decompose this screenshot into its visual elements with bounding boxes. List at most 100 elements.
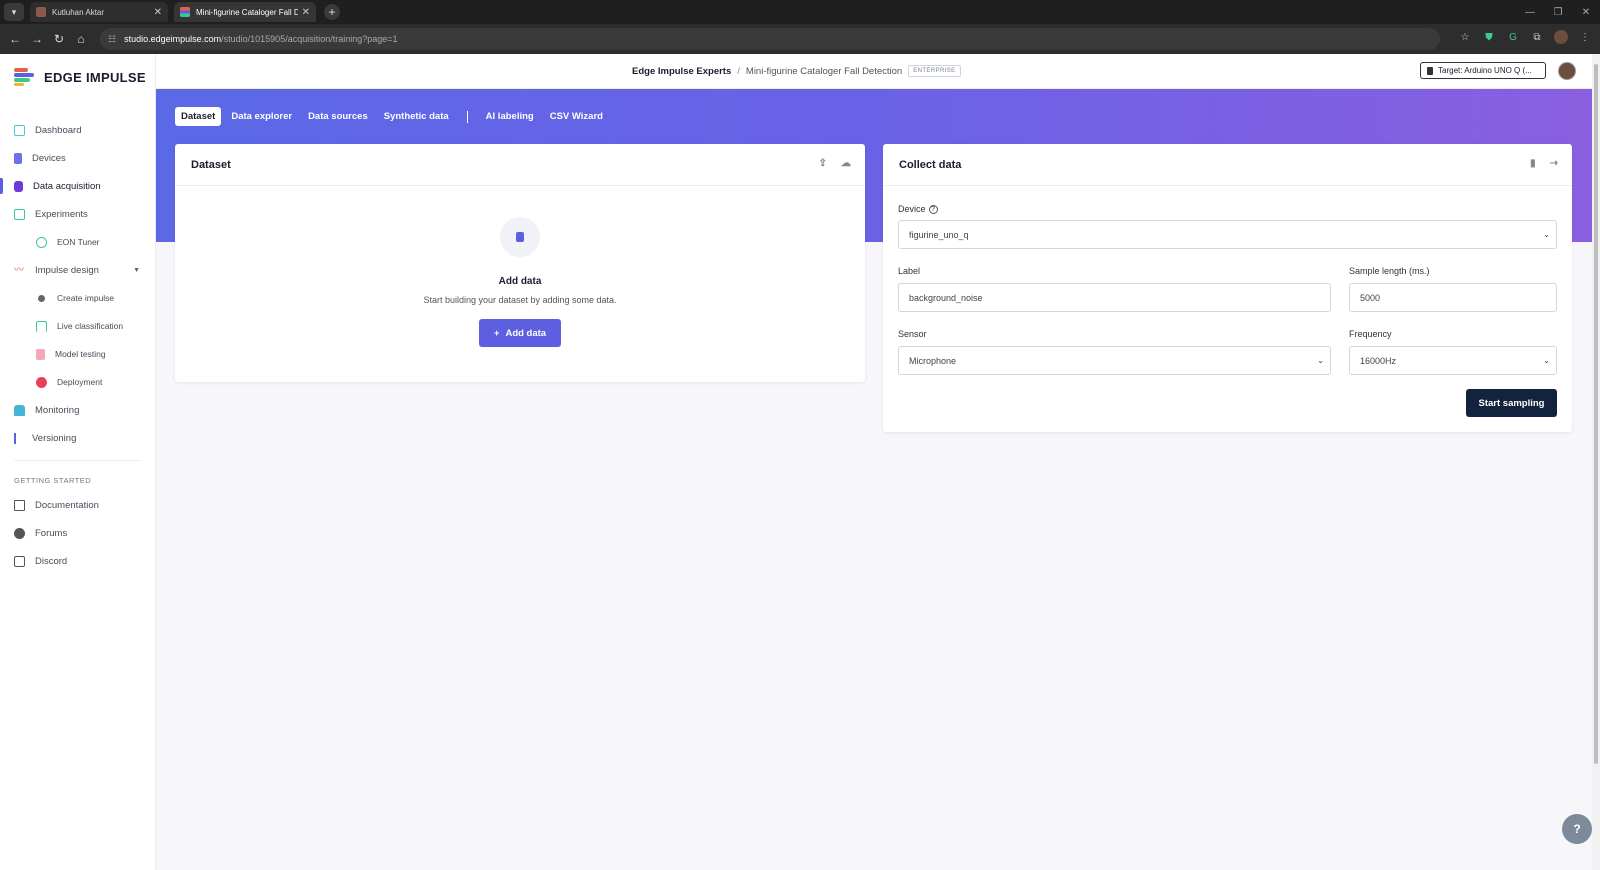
home-icon[interactable]: ⌂: [70, 32, 92, 46]
browser-toolbar: ← → ↻ ⌂ ☷ studio.edgeimpulse.com/studio/…: [0, 24, 1600, 54]
tab-data-sources[interactable]: Data sources: [302, 107, 374, 126]
sidebar-item-monitoring[interactable]: Monitoring: [0, 396, 156, 424]
url-bar[interactable]: ☷ studio.edgeimpulse.com/studio/1015905/…: [100, 28, 1440, 50]
chevron-down-icon: ⌄: [1543, 356, 1550, 365]
profile-icon[interactable]: [1554, 30, 1568, 44]
sidebar-item-label: Dashboard: [35, 124, 82, 136]
start-sampling-button[interactable]: Start sampling: [1466, 389, 1557, 417]
sidebar-item-label: EON Tuner: [57, 237, 100, 247]
cloud-upload-icon[interactable]: ☁: [841, 158, 851, 169]
sidebar-item-dashboard[interactable]: Dashboard: [0, 116, 156, 144]
browser-tab-2[interactable]: Mini-figurine Cataloger Fall De ✕: [174, 2, 316, 22]
extensions-puzzle-icon[interactable]: ⧉: [1530, 30, 1544, 44]
database-icon: [14, 180, 23, 192]
grammarly-extension-icon[interactable]: G: [1506, 30, 1520, 44]
sidebar-item-devices[interactable]: Devices: [0, 144, 156, 172]
target-device-button[interactable]: Target: Arduino UNO Q (...: [1420, 62, 1546, 79]
sidebar-item-label: Forums: [35, 527, 68, 539]
device-select-value: figurine_uno_q: [909, 229, 969, 240]
page-scrollbar[interactable]: [1592, 54, 1600, 870]
sidebar-item-impulse-design[interactable]: 〰 Impulse design ▼: [0, 256, 156, 284]
help-circle-icon[interactable]: ?: [928, 205, 938, 215]
device-label: Device?: [898, 204, 938, 215]
device-icon[interactable]: ▮: [1530, 158, 1536, 169]
sample-length-input[interactable]: 5000: [1349, 283, 1557, 312]
sample-length-value: 5000: [1360, 292, 1381, 303]
add-data-button-label: Add data: [505, 327, 547, 339]
label-input-value: background_noise: [909, 292, 983, 303]
new-tab-button[interactable]: +: [324, 4, 340, 20]
browser-tab-1[interactable]: Kutluhan Aktar ✕: [30, 2, 168, 22]
sidebar-item-experiments[interactable]: Experiments: [0, 200, 156, 228]
reload-icon[interactable]: ↻: [48, 32, 70, 46]
sidebar-item-forums[interactable]: Forums: [0, 519, 156, 547]
tab-ai-labeling[interactable]: AI labeling: [480, 107, 540, 126]
frequency-select[interactable]: 16000Hz ⌄: [1349, 346, 1557, 375]
flow-icon: [36, 320, 47, 332]
upload-icon[interactable]: ⇪: [819, 158, 827, 169]
plus-icon: +: [493, 327, 500, 339]
shield-extension-icon[interactable]: ⛊: [1482, 30, 1496, 44]
sidebar-item-deployment[interactable]: Deployment: [0, 368, 156, 396]
compass-icon: [36, 236, 47, 248]
scrollbar-thumb[interactable]: [1594, 64, 1598, 764]
question-icon: ?: [1573, 822, 1581, 836]
tab-favicon-icon: [36, 7, 46, 17]
sidebar-item-label: Experiments: [35, 208, 88, 220]
tab-synthetic-data[interactable]: Synthetic data: [378, 107, 455, 126]
logo[interactable]: EDGE IMPULSE: [14, 68, 146, 86]
add-data-button[interactable]: + Add data: [479, 319, 561, 347]
dataset-card-header: Dataset ⇪ ☁: [175, 144, 865, 186]
app-root: EDGE IMPULSE Dashboard Devices Data acqu…: [0, 54, 1600, 870]
discord-icon: [14, 555, 25, 567]
help-button[interactable]: ?: [1562, 814, 1592, 844]
chevron-down-icon[interactable]: ▼: [133, 267, 140, 274]
tab-csv-wizard[interactable]: CSV Wizard: [544, 107, 609, 126]
back-icon[interactable]: ←: [4, 32, 26, 46]
browser-menu-icon[interactable]: ⋮: [1578, 30, 1592, 44]
sidebar-item-label: Deployment: [57, 377, 103, 387]
avatar[interactable]: [1558, 62, 1576, 80]
empty-state-subtitle: Start building your dataset by adding so…: [423, 295, 617, 305]
tab-dataset[interactable]: Dataset: [175, 107, 222, 126]
sidebar-menu: Dashboard Devices Data acquisition Exper…: [0, 116, 156, 575]
sample-length-label: Sample length (ms.): [1349, 266, 1430, 276]
close-icon[interactable]: ✕: [154, 7, 162, 18]
table-icon: [14, 208, 25, 220]
close-icon[interactable]: ✕: [302, 7, 310, 18]
tab-search-button[interactable]: ▾: [4, 3, 24, 21]
label-input[interactable]: background_noise: [898, 283, 1331, 312]
tabs-divider: [466, 110, 468, 123]
sensor-select[interactable]: Microphone ⌄: [898, 346, 1331, 375]
device-select[interactable]: figurine_uno_q ⌄: [898, 220, 1557, 249]
chat-icon: [14, 527, 25, 539]
tab-data-explorer[interactable]: Data explorer: [225, 107, 298, 126]
bookmark-star-icon[interactable]: ☆: [1458, 30, 1472, 44]
sidebar-item-eon-tuner[interactable]: EON Tuner: [0, 228, 156, 256]
breadcrumb-project[interactable]: Mini-figurine Cataloger Fall Detection: [746, 66, 902, 77]
minimize-icon[interactable]: —: [1516, 0, 1544, 24]
sidebar-item-create-impulse[interactable]: Create impulse: [0, 284, 156, 312]
close-window-icon[interactable]: ✕: [1572, 0, 1600, 24]
site-info-icon[interactable]: ☷: [108, 34, 116, 45]
sensor-label: Sensor: [898, 329, 927, 339]
sidebar-item-label: Impulse design: [35, 264, 99, 276]
sidebar-item-label: Create impulse: [57, 293, 115, 303]
sidebar-item-model-testing[interactable]: Model testing: [0, 340, 156, 368]
usb-connect-icon[interactable]: ⇢: [1550, 158, 1558, 169]
window-controls: — ❐ ✕: [1516, 0, 1600, 24]
dataset-card-title: Dataset: [191, 158, 231, 171]
acquisition-tabs: Dataset Data explorer Data sources Synth…: [175, 107, 609, 126]
breadcrumb-org[interactable]: Edge Impulse Experts: [632, 66, 731, 77]
browser-tabbar: ▾ Kutluhan Aktar ✕ Mini-figurine Catalog…: [0, 0, 1600, 24]
sidebar-item-data-acquisition[interactable]: Data acquisition: [0, 172, 156, 200]
sidebar-item-documentation[interactable]: Documentation: [0, 491, 156, 519]
sidebar-item-versioning[interactable]: Versioning: [0, 424, 156, 452]
restore-icon[interactable]: ❐: [1544, 0, 1572, 24]
sidebar-item-live-classification[interactable]: Live classification: [0, 312, 156, 340]
dataset-card: Dataset ⇪ ☁ Add data Start building your…: [175, 144, 865, 382]
sidebar-item-discord[interactable]: Discord: [0, 547, 156, 575]
device-icon: [14, 152, 22, 164]
forward-icon[interactable]: →: [26, 32, 48, 46]
target-label: Target: Arduino UNO Q (...: [1438, 66, 1532, 75]
